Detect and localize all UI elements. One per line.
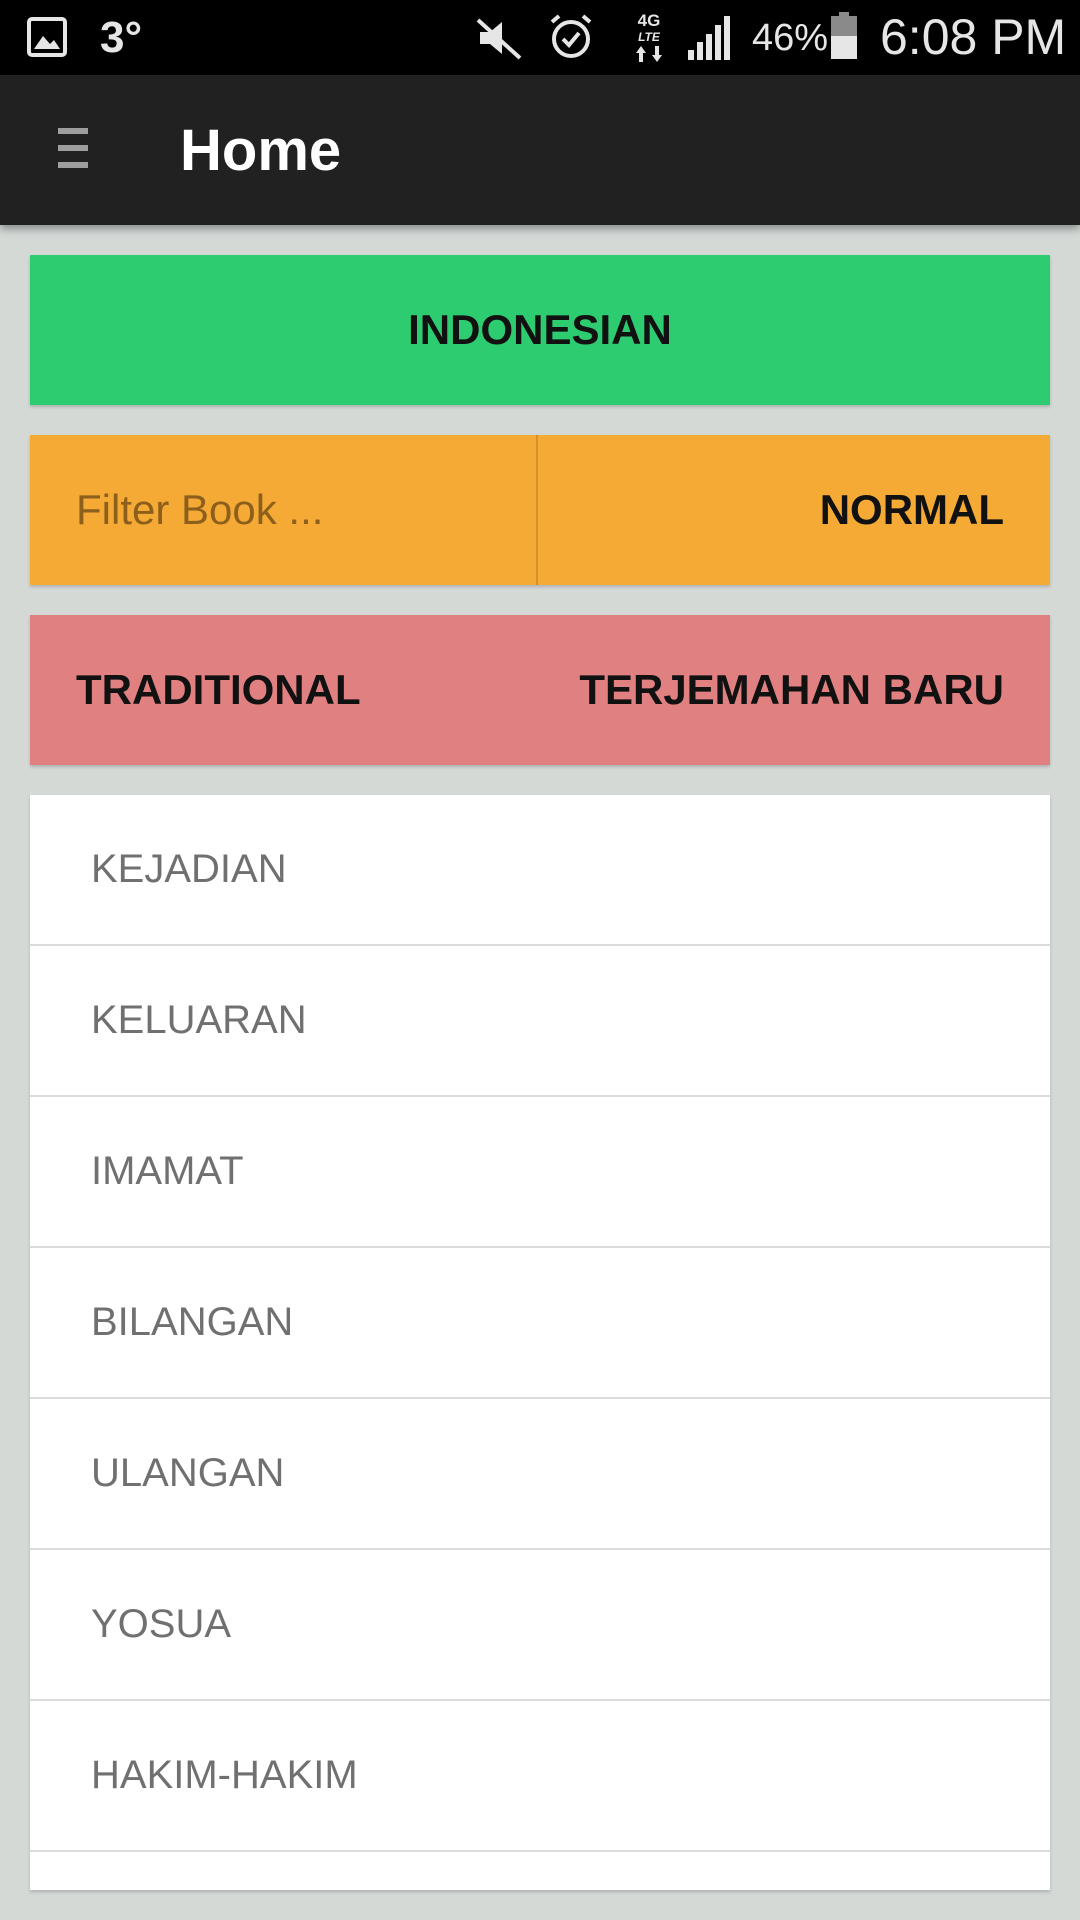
traditional-button[interactable]: TRADITIONAL <box>76 666 361 714</box>
list-item[interactable]: HAKIM-HAKIM <box>30 1701 1050 1852</box>
list-item[interactable]: ULANGAN <box>30 1399 1050 1550</box>
terjemahan-baru-button[interactable]: TERJEMAHAN BARU <box>579 666 1004 714</box>
network-lte-text: LTE <box>638 30 661 44</box>
gallery-icon <box>27 17 67 57</box>
book-list: KEJADIAN KELUARAN IMAMAT BILANGAN ULANGA… <box>30 795 1050 1890</box>
list-item[interactable]: KELUARAN <box>30 946 1050 1097</box>
list-item[interactable]: IMAMAT <box>30 1097 1050 1248</box>
mute-icon <box>476 18 522 60</box>
alarm-icon <box>550 14 592 58</box>
language-button[interactable]: INDONESIAN <box>30 255 1050 405</box>
list-item[interactable] <box>30 1852 1050 1890</box>
page-title: Home <box>180 118 342 183</box>
battery-icon <box>831 12 857 59</box>
signal-icon <box>688 16 730 60</box>
hamburger-menu-icon[interactable] <box>58 128 92 172</box>
clock-text: 6:08 PM <box>880 9 1067 65</box>
mode-normal-button[interactable]: NORMAL <box>538 435 1050 585</box>
list-item[interactable]: YOSUA <box>30 1550 1050 1701</box>
version-row: TRADITIONAL TERJEMAHAN BARU <box>30 615 1050 765</box>
network-4g-lte-icon: 4G LTE <box>636 11 662 62</box>
filter-row: NORMAL <box>30 435 1050 585</box>
battery-percent-text: 46% <box>752 17 829 59</box>
network-4g-text: 4G <box>638 11 661 30</box>
list-item[interactable]: KEJADIAN <box>30 795 1050 946</box>
status-bar: 3° 4G LTE 46% 6:08 PM <box>0 0 1080 75</box>
temperature-text: 3° <box>100 13 143 62</box>
list-item[interactable]: BILANGAN <box>30 1248 1050 1399</box>
app-bar: Home <box>0 75 1080 225</box>
filter-book-input[interactable] <box>30 435 538 585</box>
